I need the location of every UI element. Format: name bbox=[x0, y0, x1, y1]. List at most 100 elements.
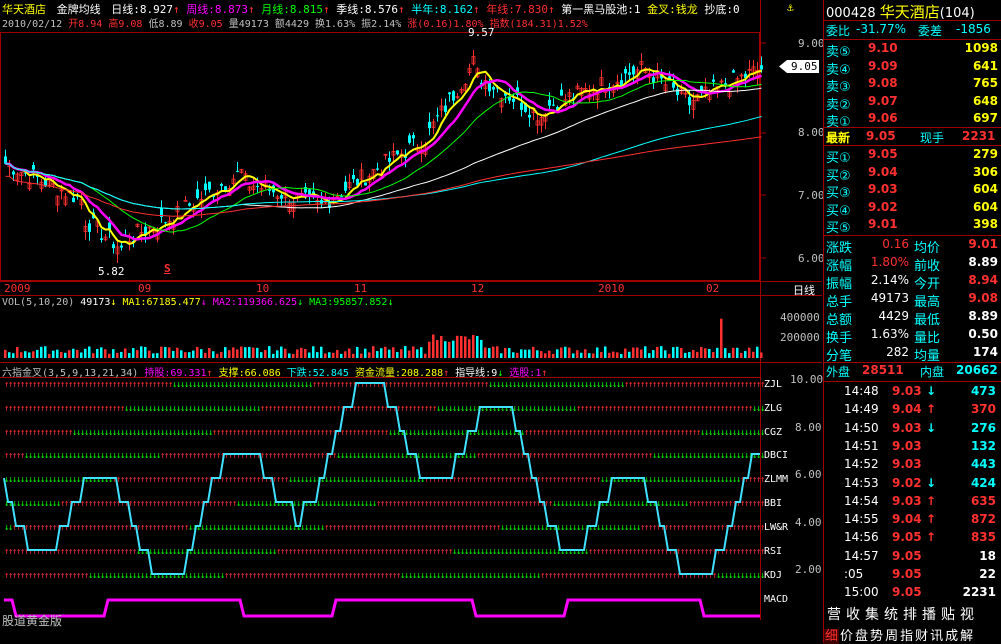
volume-bar bbox=[536, 350, 539, 358]
quote-tab[interactable]: 营 bbox=[827, 607, 841, 623]
volume-bar bbox=[556, 349, 559, 358]
quote-subtab[interactable]: 盘 bbox=[854, 629, 869, 644]
tick-row[interactable]: 14:53 9.02 ↓ 424 bbox=[824, 475, 1001, 493]
pin-icon[interactable]: ⚓ bbox=[787, 1, 794, 14]
chart-area[interactable]: ↑ ↑ ↑ ↑ ↑ ↑ ↑ ↑ ↑ ↑ ↑ ↑ ↑ ↑ ↑ ↑ ↑ ↑ ↑ ↑ ↑ ↑ ↑ ↑ ↑ ↑ ↑ ↑ ↑ ↑ ↑ ↑ ↑ ↑ ↑ ↑ ↑ ↑ ↑ ↑… bbox=[0, 0, 825, 643]
ask-row[interactable]: 卖⑤ 9.10 1098 bbox=[824, 40, 1001, 60]
bar-close: 收9.05 bbox=[188, 19, 223, 30]
volume-bar bbox=[532, 346, 535, 358]
volume-bar bbox=[376, 351, 379, 358]
volume-bar bbox=[424, 353, 427, 358]
stat-value: 8.89 bbox=[968, 309, 998, 323]
quote-tab[interactable]: 播 bbox=[922, 607, 936, 623]
volume-bar bbox=[360, 353, 363, 358]
volume-bar bbox=[108, 353, 111, 358]
quote-tab[interactable]: 视 bbox=[960, 607, 974, 623]
tick-price: 9.03 bbox=[892, 384, 922, 398]
tick-row[interactable]: 14:48 9.03 ↓ 473 bbox=[824, 383, 1001, 401]
signal-y-tick: 10.00 bbox=[790, 373, 824, 386]
tick-row[interactable]: :05 9.05 22 bbox=[824, 566, 1001, 584]
volume-bar bbox=[204, 352, 207, 358]
bid-ratio-row: 委比 -31.77% 委差 -1856 bbox=[824, 21, 1001, 39]
tick-time: 14:53 bbox=[844, 475, 879, 490]
bid-row[interactable]: 买⑤ 9.01 398 bbox=[824, 216, 1001, 236]
stats-row: 总手 49173 最高 9.08 bbox=[824, 290, 1001, 310]
quote-tab[interactable]: 排 bbox=[903, 607, 917, 623]
volume-bar bbox=[700, 346, 703, 358]
quote-subtab[interactable]: 周 bbox=[884, 629, 899, 644]
bid-row[interactable]: 买② 9.04 306 bbox=[824, 164, 1001, 184]
candle-body bbox=[528, 114, 531, 118]
quote-tab[interactable]: 收 bbox=[846, 607, 860, 623]
period-label[interactable]: 日线 bbox=[793, 282, 815, 298]
candle-body bbox=[388, 157, 391, 162]
tick-row[interactable]: 14:52 9.03 443 bbox=[824, 456, 1001, 474]
arrow-down-icon: ↓ bbox=[387, 297, 394, 308]
stats-row: 分笔 282 均量 174 bbox=[824, 344, 1001, 364]
tick-volume: 276 bbox=[970, 420, 996, 435]
tick-volume: 424 bbox=[970, 475, 996, 490]
tick-row[interactable]: 14:50 9.03 ↓ 276 bbox=[824, 420, 1001, 438]
bar-amplitude: 振2.14% bbox=[361, 19, 402, 30]
tick-row[interactable]: 14:56 9.05 ↑ 835 bbox=[824, 529, 1001, 547]
volume-bar bbox=[688, 352, 691, 358]
ask-row[interactable]: 卖② 9.07 648 bbox=[824, 93, 1001, 113]
ask-row[interactable]: 卖③ 9.08 765 bbox=[824, 75, 1001, 95]
quote-subtab[interactable]: 讯 bbox=[929, 629, 944, 644]
quote-subtab[interactable]: 势 bbox=[869, 629, 884, 644]
candle-body bbox=[12, 171, 15, 175]
tick-row[interactable]: 15:00 9.05 2231 bbox=[824, 584, 1001, 602]
tick-row[interactable]: 14:51 9.03 132 bbox=[824, 438, 1001, 456]
quote-subtab[interactable]: 成 bbox=[944, 629, 959, 644]
bar-date: 2010/02/12 bbox=[2, 19, 63, 30]
candle-body bbox=[112, 244, 115, 249]
volume-bar bbox=[144, 346, 147, 358]
quote-subtab[interactable]: 指 bbox=[899, 629, 914, 644]
volume-bar bbox=[712, 352, 715, 358]
tick-time: 14:57 bbox=[844, 548, 879, 563]
current-price: 9.05 bbox=[791, 60, 818, 73]
tick-row[interactable]: 14:57 9.05 18 bbox=[824, 548, 1001, 566]
volume-bar bbox=[440, 335, 443, 358]
level-price: 9.09 bbox=[868, 58, 898, 73]
chart-canvas[interactable]: ↑↑↑↑↑↑↑↑↑↑↑↑↑↑↑↑↑↑↑↑↑↑↑↑↑↑↑↑↑↑↑↑↑↑↑↑↑↑↑↑… bbox=[0, 0, 822, 643]
bid-row[interactable]: 买① 9.05 279 bbox=[824, 146, 1001, 166]
level-price: 9.05 bbox=[868, 147, 898, 161]
volume-bar bbox=[388, 349, 391, 358]
volume-bar bbox=[328, 352, 331, 358]
quote-subtab[interactable]: 解 bbox=[959, 629, 974, 644]
candle-body bbox=[712, 79, 715, 82]
volume-bar bbox=[336, 349, 339, 358]
volume-bar bbox=[244, 347, 247, 358]
quote-tab[interactable]: 贴 bbox=[941, 607, 955, 623]
quote-subtab[interactable]: 财 bbox=[914, 629, 929, 644]
volume-bar bbox=[540, 351, 543, 358]
volume-bar bbox=[444, 341, 447, 358]
bid-row[interactable]: 买④ 9.02 604 bbox=[824, 199, 1001, 219]
volume-bar bbox=[572, 353, 575, 358]
bar-open: 开8.94 bbox=[68, 19, 103, 30]
volume-bar bbox=[260, 352, 263, 358]
ask-row[interactable]: 卖④ 9.09 641 bbox=[824, 58, 1001, 78]
quote-subtab[interactable]: 价 bbox=[839, 629, 854, 644]
volume-bar bbox=[620, 353, 623, 358]
volume-bar bbox=[188, 352, 191, 358]
quote-tab[interactable]: 集 bbox=[865, 607, 879, 623]
volume-bar bbox=[200, 349, 203, 358]
quote-tab[interactable]: 统 bbox=[884, 607, 898, 623]
y-tick: 9.00 bbox=[798, 37, 825, 50]
volume-bar bbox=[760, 352, 763, 358]
tick-row[interactable]: 14:49 9.04 ↑ 370 bbox=[824, 401, 1001, 419]
tick-row[interactable]: 14:55 9.04 ↑ 872 bbox=[824, 511, 1001, 529]
volume-bar bbox=[568, 347, 571, 358]
volume-bar bbox=[232, 347, 235, 358]
outer-inner-row: 外盘 28511 内盘 20662 bbox=[824, 362, 1001, 380]
ask-row[interactable]: 卖① 9.06 697 bbox=[824, 110, 1001, 130]
tick-row[interactable]: 14:54 9.03 ↑ 635 bbox=[824, 493, 1001, 511]
arrow-up-icon: ↑ bbox=[926, 493, 937, 508]
bid-row[interactable]: 买③ 9.03 604 bbox=[824, 181, 1001, 201]
level-price: 9.06 bbox=[868, 111, 898, 126]
candle-body bbox=[308, 189, 311, 195]
volume-bar bbox=[740, 352, 743, 358]
quote-subtab[interactable]: 细 bbox=[824, 629, 840, 644]
